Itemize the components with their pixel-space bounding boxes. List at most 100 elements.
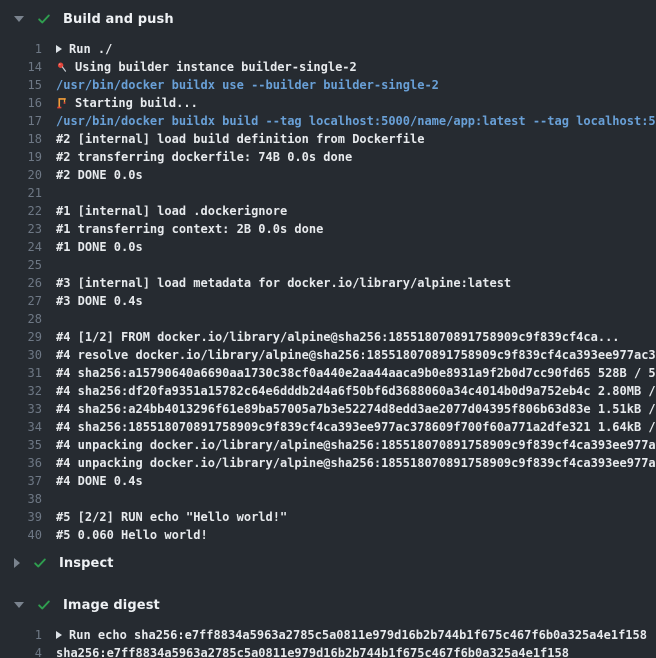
log-text: Using builder instance builder-single-2	[75, 60, 357, 74]
check-success-icon	[37, 12, 51, 26]
chevron-right-icon[interactable]	[14, 558, 20, 568]
log-text: #5 0.060 Hello world!	[56, 528, 208, 542]
line-number[interactable]: 26	[0, 276, 42, 290]
line-number[interactable]: 19	[0, 150, 42, 164]
line-number[interactable]: 28	[0, 312, 42, 326]
pushpin-icon	[56, 60, 69, 74]
line-number[interactable]: 24	[0, 240, 42, 254]
log-text: Starting build...	[75, 96, 198, 110]
log-line: 32 #4 sha256:df20fa9351a15782c64e6dddb2d…	[0, 382, 656, 400]
line-number[interactable]: 32	[0, 384, 42, 398]
line-number[interactable]: 17	[0, 114, 42, 128]
log-group-build-and-push: 1 Run ./ 14 Using builder instance build…	[0, 32, 656, 550]
actions-log-viewer: Build and push 1 Run ./ 14 Using builder…	[0, 0, 656, 658]
log-text: /usr/bin/docker buildx use --builder bui…	[56, 78, 439, 92]
line-number[interactable]: 31	[0, 366, 42, 380]
line-number[interactable]: 18	[0, 132, 42, 146]
log-text: #4 sha256:a24bb4013296f61e89ba57005a7b3e…	[56, 402, 656, 416]
log-text: #2 DONE 0.0s	[56, 168, 143, 182]
line-number[interactable]: 29	[0, 330, 42, 344]
expand-toggle-icon[interactable]	[56, 631, 62, 639]
section-header-build-and-push[interactable]: Build and push	[0, 6, 656, 32]
section-title: Inspect	[59, 556, 114, 571]
log-text: #4 [1/2] FROM docker.io/library/alpine@s…	[56, 330, 620, 344]
log-text: Run ./	[69, 42, 112, 56]
line-number[interactable]: 27	[0, 294, 42, 308]
line-number[interactable]: 1	[0, 42, 42, 56]
chevron-down-icon[interactable]	[14, 602, 24, 608]
log-line: 19 #2 transferring dockerfile: 74B 0.0s …	[0, 148, 656, 166]
section-header-inspect[interactable]: Inspect	[0, 550, 656, 576]
line-number[interactable]: 30	[0, 348, 42, 362]
line-number[interactable]: 16	[0, 96, 42, 110]
line-number[interactable]: 25	[0, 258, 42, 272]
line-number[interactable]: 35	[0, 438, 42, 452]
log-line: 4 sha256:e7ff8834a5963a2785c5a0811e979d1…	[0, 644, 656, 658]
expand-toggle-icon[interactable]	[56, 45, 62, 53]
log-line: 18 #2 [internal] load build definition f…	[0, 130, 656, 148]
construction-icon	[56, 96, 69, 110]
log-line: 24 #1 DONE 0.0s	[0, 238, 656, 256]
log-text: #4 unpacking docker.io/library/alpine@sh…	[56, 456, 656, 470]
line-number[interactable]: 23	[0, 222, 42, 236]
log-text: #4 sha256:a15790640a6690aa1730c38cf0a440…	[56, 366, 656, 380]
log-line: 21	[0, 184, 656, 202]
log-line: 35 #4 unpacking docker.io/library/alpine…	[0, 436, 656, 454]
log-group-image-digest: 1 Run echo sha256:e7ff8834a5963a2785c5a0…	[0, 618, 656, 658]
log-line: 37 #4 DONE 0.4s	[0, 472, 656, 490]
log-line: 33 #4 sha256:a24bb4013296f61e89ba57005a7…	[0, 400, 656, 418]
line-number[interactable]: 21	[0, 186, 42, 200]
line-number[interactable]: 1	[0, 628, 42, 642]
line-number[interactable]: 33	[0, 402, 42, 416]
log-text: #4 unpacking docker.io/library/alpine@sh…	[56, 438, 656, 452]
log-line: 22 #1 [internal] load .dockerignore	[0, 202, 656, 220]
check-success-icon	[33, 556, 47, 570]
section-image-digest: Image digest 1 Run echo sha256:e7ff8834a…	[0, 592, 656, 658]
line-number[interactable]: 38	[0, 492, 42, 506]
log-text: #3 [internal] load metadata for docker.i…	[56, 276, 511, 290]
log-line: 1 Run ./	[0, 40, 656, 58]
line-number[interactable]: 39	[0, 510, 42, 524]
line-number[interactable]: 36	[0, 456, 42, 470]
log-text: #2 transferring dockerfile: 74B 0.0s don…	[56, 150, 352, 164]
log-line: 38	[0, 490, 656, 508]
log-line: 28	[0, 310, 656, 328]
log-line: 25	[0, 256, 656, 274]
log-text: #1 transferring context: 2B 0.0s done	[56, 222, 323, 236]
section-header-image-digest[interactable]: Image digest	[0, 592, 656, 618]
section-inspect: Inspect	[0, 550, 656, 576]
log-line: 34 #4 sha256:185518070891758909c9f839cf4…	[0, 418, 656, 436]
log-text: #4 sha256:df20fa9351a15782c64e6dddb2d4a6…	[56, 384, 656, 398]
log-line: 29 #4 [1/2] FROM docker.io/library/alpin…	[0, 328, 656, 346]
line-number[interactable]: 40	[0, 528, 42, 542]
log-text: sha256:e7ff8834a5963a2785c5a0811e979d16b…	[56, 646, 569, 658]
log-line: 17 /usr/bin/docker buildx build --tag lo…	[0, 112, 656, 130]
section-title: Image digest	[63, 598, 160, 613]
log-text: Run echo sha256:e7ff8834a5963a2785c5a081…	[69, 628, 647, 642]
log-text: #1 [internal] load .dockerignore	[56, 204, 287, 218]
chevron-down-icon[interactable]	[14, 16, 24, 22]
line-number[interactable]: 15	[0, 78, 42, 92]
log-line: 26 #3 [internal] load metadata for docke…	[0, 274, 656, 292]
log-text: #5 [2/2] RUN echo "Hello world!"	[56, 510, 287, 524]
line-number[interactable]: 4	[0, 646, 42, 658]
line-number[interactable]: 20	[0, 168, 42, 182]
log-line: 1 Run echo sha256:e7ff8834a5963a2785c5a0…	[0, 626, 656, 644]
log-text: #1 DONE 0.0s	[56, 240, 143, 254]
log-line: 27 #3 DONE 0.4s	[0, 292, 656, 310]
section-build-and-push: Build and push 1 Run ./ 14 Using builder…	[0, 6, 656, 550]
log-text: #4 sha256:185518070891758909c9f839cf4ca3…	[56, 420, 656, 434]
check-success-icon	[37, 598, 51, 612]
line-number[interactable]: 37	[0, 474, 42, 488]
log-line: 39 #5 [2/2] RUN echo "Hello world!"	[0, 508, 656, 526]
line-number[interactable]: 22	[0, 204, 42, 218]
log-line: 31 #4 sha256:a15790640a6690aa1730c38cf0a…	[0, 364, 656, 382]
log-line: 30 #4 resolve docker.io/library/alpine@s…	[0, 346, 656, 364]
line-number[interactable]: 14	[0, 60, 42, 74]
line-number[interactable]: 34	[0, 420, 42, 434]
log-text: #3 DONE 0.4s	[56, 294, 143, 308]
log-line: 23 #1 transferring context: 2B 0.0s done	[0, 220, 656, 238]
log-line: 15 /usr/bin/docker buildx use --builder …	[0, 76, 656, 94]
section-title: Build and push	[63, 12, 174, 27]
log-line: 36 #4 unpacking docker.io/library/alpine…	[0, 454, 656, 472]
